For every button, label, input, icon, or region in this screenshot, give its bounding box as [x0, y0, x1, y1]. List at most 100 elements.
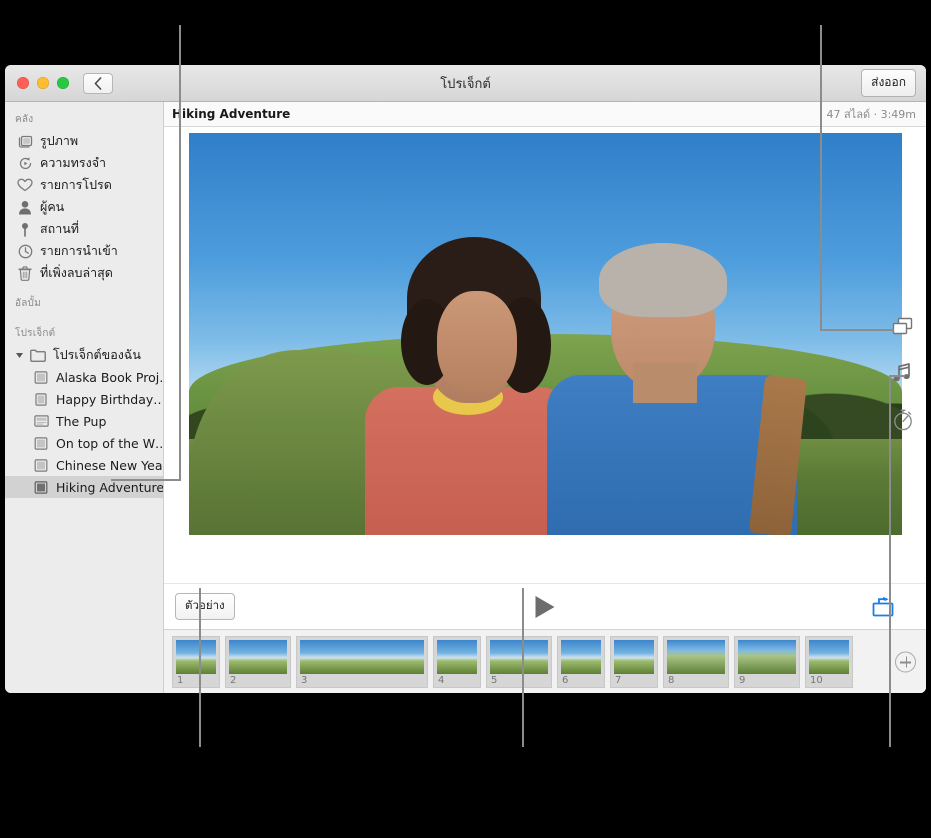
thumbnail-image: [738, 640, 796, 674]
thumbnail-image: [561, 640, 601, 674]
book-icon: [33, 435, 49, 451]
sidebar-item-the-pup[interactable]: The Pup: [5, 410, 163, 432]
music-note-icon[interactable]: [891, 362, 915, 386]
photos-app-window: โปรเจ็กต์ ส่งออก คลัง รูปภาพ ความทรง: [5, 65, 926, 693]
thumbnail-number: 10: [809, 674, 849, 688]
thumbnail-number: 7: [614, 674, 654, 688]
sidebar-item-on-top-of-the-world[interactable]: On top of the W…: [5, 432, 163, 454]
callout-themes-horizontal: [820, 329, 894, 331]
person-left-face-front: [437, 291, 517, 395]
page-title: Hiking Adventure: [172, 107, 290, 121]
preview-button[interactable]: ตัวอย่าง: [175, 593, 235, 620]
callout-play-vertical: [522, 588, 524, 747]
sidebar-item-label: On top of the W…: [56, 436, 164, 451]
list-item[interactable]: 3: [296, 636, 428, 688]
window-titlebar: โปรเจ็กต์ ส่งออก: [5, 65, 926, 102]
stopwatch-icon[interactable]: [891, 408, 915, 432]
sidebar-item-places[interactable]: สถานที่: [5, 218, 163, 240]
sidebar-item-label: รายการนำเข้า: [40, 241, 118, 261]
callout-selected-project-vertical: [179, 25, 181, 481]
sidebar-item-photos[interactable]: รูปภาพ: [5, 130, 163, 152]
list-item[interactable]: 10: [805, 636, 853, 688]
book-icon: [33, 369, 49, 385]
list-item[interactable]: 6: [557, 636, 605, 688]
list-item[interactable]: 2: [225, 636, 291, 688]
sidebar-group-label: โปรเจ็กต์ของฉัน: [53, 345, 141, 365]
pin-icon: [17, 221, 33, 237]
project-header: Hiking Adventure 47 สไลด์ · 3:49m: [164, 102, 926, 127]
sidebar-albums-header: อัลบั้ม: [5, 284, 163, 314]
sidebar-group-my-projects[interactable]: โปรเจ็กต์ของฉัน: [5, 344, 163, 366]
main-content: Hiking Adventure 47 สไลด์ · 3:49m: [164, 102, 926, 693]
sidebar-item-memories[interactable]: ความทรงจำ: [5, 152, 163, 174]
thumbnail-number: 6: [561, 674, 601, 688]
back-button[interactable]: [83, 73, 113, 94]
thumbnail-number: 1: [176, 674, 216, 688]
sidebar-item-imports[interactable]: รายการนำเข้า: [5, 240, 163, 262]
memories-icon: [17, 155, 33, 171]
thumbnail-image: [176, 640, 216, 674]
sidebar-item-chinese-new-year[interactable]: Chinese New Year: [5, 454, 163, 476]
sidebar-item-happy-birthday[interactable]: Happy Birthday…: [5, 388, 163, 410]
folder-icon: [30, 347, 46, 363]
sidebar-item-favorites[interactable]: รายการโปรด: [5, 174, 163, 196]
list-item[interactable]: 5: [486, 636, 552, 688]
sidebar-item-alaska-book-project[interactable]: Alaska Book Proj…: [5, 366, 163, 388]
trash-icon: [17, 265, 33, 281]
thumbnail-image: [614, 640, 654, 674]
window-title: โปรเจ็กต์: [5, 73, 926, 94]
minimize-button[interactable]: [37, 77, 49, 89]
sidebar: คลัง รูปภาพ ความทรงจำ: [5, 102, 164, 693]
window-body: คลัง รูปภาพ ความทรงจำ: [5, 102, 926, 693]
sidebar-item-label: The Pup: [56, 414, 106, 429]
thumbnail-image: [490, 640, 548, 674]
thumbnail-image: [300, 640, 424, 674]
sidebar-item-label: รายการโปรด: [40, 175, 112, 195]
list-item[interactable]: 1: [172, 636, 220, 688]
callout-themes-vertical: [820, 25, 822, 331]
clock-icon: [17, 243, 33, 259]
sidebar-item-label: รูปภาพ: [40, 131, 78, 151]
list-item[interactable]: 7: [610, 636, 658, 688]
sidebar-projects-header: โปรเจ็กต์: [5, 314, 163, 344]
thumbnail-number: 4: [437, 674, 477, 688]
slide-image[interactable]: [189, 133, 902, 535]
callout-music-vertical: [889, 375, 891, 747]
thumbnail-image: [667, 640, 725, 674]
thumbnail-number: 3: [300, 674, 424, 688]
close-button[interactable]: [17, 77, 29, 89]
person-right-neck: [633, 363, 697, 403]
person-icon: [17, 199, 33, 215]
screenshot-stage: โปรเจ็กต์ ส่งออก คลัง รูปภาพ ความทรง: [0, 0, 931, 838]
sidebar-item-label: ที่เพิ่งลบล่าสุด: [40, 263, 113, 283]
sidebar-item-label: ผู้คน: [40, 197, 64, 217]
callout-music-horizontal: [889, 375, 905, 377]
sidebar-item-people[interactable]: ผู้คน: [5, 196, 163, 218]
card-icon: [33, 391, 49, 407]
zoom-button[interactable]: [57, 77, 69, 89]
list-item[interactable]: 9: [734, 636, 800, 688]
callout-add-slide-vertical: [889, 693, 891, 747]
sidebar-item-recently-deleted[interactable]: ที่เพิ่งลบล่าสุด: [5, 262, 163, 284]
print-icon: [33, 413, 49, 429]
player-controls: ตัวอย่าง: [164, 583, 926, 629]
thumbnail-number: 2: [229, 674, 287, 688]
project-meta: 47 สไลด์ · 3:49m: [826, 105, 916, 123]
person-right-hair: [599, 243, 727, 317]
sidebar-item-label: Hiking Adventure: [56, 480, 164, 495]
photos-icon: [17, 133, 33, 149]
export-button[interactable]: ส่งออก: [861, 69, 916, 97]
list-item[interactable]: 4: [433, 636, 481, 688]
sidebar-item-label: Chinese New Year: [56, 458, 164, 473]
play-button[interactable]: [536, 596, 555, 618]
themes-icon[interactable]: [891, 316, 915, 340]
person-right: [537, 205, 817, 535]
disclosure-triangle-icon[interactable]: [15, 352, 23, 359]
sidebar-item-label: Happy Birthday…: [56, 392, 164, 407]
filmstrip[interactable]: 1 2 3 4 5: [164, 629, 926, 693]
thumbnail-number: 8: [667, 674, 725, 688]
sidebar-library-header: คลัง: [5, 108, 163, 130]
plus-icon[interactable]: [895, 651, 916, 672]
list-item[interactable]: 8: [663, 636, 729, 688]
slideshow-icon: [33, 479, 49, 495]
